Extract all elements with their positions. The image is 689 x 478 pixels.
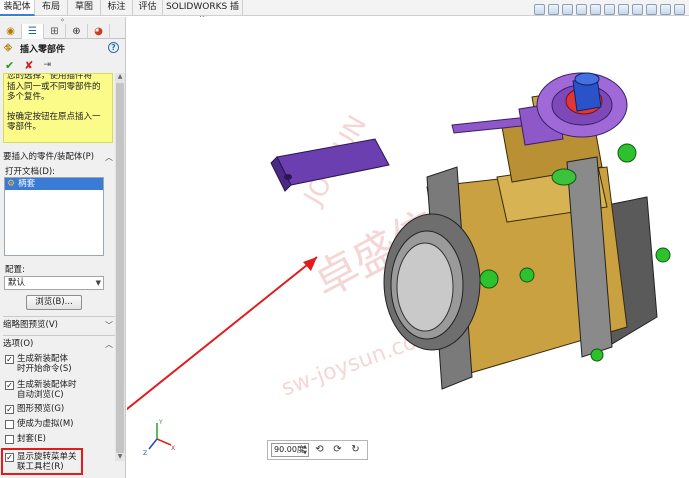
dynamic-annotation-icon[interactable] [590, 3, 601, 15]
chevron-up-icon[interactable]: ︿ [105, 151, 113, 164]
option-start-command-checkbox[interactable]: ✓ 生成新装配体 时开始命令(S) [5, 354, 72, 374]
thumb-preview-header[interactable]: 缩略图预览(V) ﹀ [3, 319, 115, 332]
tab-assembly[interactable]: 装配体 [0, 0, 35, 16]
graphics-area[interactable]: 卓盛信息 sw-joysun.com JOYSUN [127, 17, 689, 478]
option-label: 生成新装配体 时开始命令(S) [17, 354, 72, 374]
panel-grip[interactable]: ⋄ [0, 17, 125, 24]
rotate-y-icon[interactable]: ⟳ [330, 443, 345, 458]
checkbox-box[interactable]: ✓ [5, 381, 14, 390]
rotate-angle-input[interactable]: 90.00度 ▲ ▼ [271, 443, 309, 457]
chevron-up-icon[interactable]: ︿ [105, 338, 113, 351]
tab-layout[interactable]: 布局 [35, 0, 68, 16]
display-manager-tab-icon[interactable]: ◕ [88, 24, 110, 39]
list-item-label: 柄套 [18, 179, 36, 189]
pm-title: 插入零部件 [20, 44, 66, 55]
panel-scrollbar[interactable]: ▲ ▼ [115, 73, 125, 461]
insert-component-icon: ⛗ [4, 42, 12, 54]
annotation-arrow [127, 256, 318, 411]
open-docs-label: 打开文档(D): [5, 167, 56, 177]
browse-button[interactable]: 浏览(B)... [26, 295, 82, 310]
rotate-context-toolbar: 90.00度 ▲ ▼ ⟲ ⟳ ↻ [267, 440, 368, 460]
list-item[interactable]: ⚙ 柄套 [5, 178, 103, 190]
view-orientation-icon[interactable] [604, 3, 615, 15]
model-canvas: 卓盛信息 sw-joysun.com JOYSUN [127, 72, 671, 457]
spinner-icon[interactable]: ▲ ▼ [303, 444, 307, 456]
rotate-angle-value: 90.00度 [274, 445, 305, 454]
hide-show-icon[interactable] [632, 3, 643, 15]
config-value: 默认 [8, 278, 26, 288]
tab-markup[interactable]: 标注 [101, 0, 133, 16]
message-line: 您的选择，使用插件将 [7, 73, 93, 81]
tab-sketch[interactable]: 草图 [68, 0, 101, 16]
highlight-box [1, 448, 83, 475]
option-make-virtual-checkbox[interactable]: 使成为虚拟(M) [5, 419, 73, 429]
scene-icon[interactable] [660, 3, 671, 15]
option-auto-browse-checkbox[interactable]: ✓ 生成新装配体时 自动浏览(C) [5, 380, 77, 400]
manager-tabs: ◉ ☰ ⊞ ⊕ ◕ [0, 24, 125, 39]
message-line: 插入同一或不同零部件的 [7, 81, 101, 92]
option-label: 生成新装配体时 自动浏览(C) [17, 380, 77, 400]
option-label: 图形预览(G) [17, 404, 65, 414]
scroll-down-icon[interactable]: ▼ [116, 453, 124, 461]
divider [3, 335, 115, 336]
message-box: 您的选择，使用插件将 插入同一或不同零部件的 多个复件。 按确定按钮在原点插入一… [3, 73, 113, 143]
zoom-fit-icon[interactable] [534, 3, 545, 15]
command-tabs: 装配体 布局 草图 标注 评估 SOLIDWORKS 插件 [0, 0, 689, 27]
section-view-icon[interactable] [576, 3, 587, 15]
config-select[interactable]: 默认 ▼ [4, 276, 104, 290]
rotate-z-icon[interactable]: ↻ [348, 443, 363, 458]
pm-header: ⛗ 插入零部件 ? [0, 39, 125, 57]
options-header[interactable]: 选项(O) ︿ [3, 338, 115, 351]
tab-solidworks-addins[interactable]: SOLIDWORKS 插件 [163, 0, 243, 27]
option-graphics-preview-checkbox[interactable]: ✓ 图形预览(G) [5, 404, 64, 414]
option-envelope-checkbox[interactable]: 封套(E) [5, 434, 46, 444]
checkbox-box[interactable]: ✓ [5, 405, 14, 414]
message-line: 按确定按钮在原点插入一 [7, 111, 101, 122]
option-label: 使成为虚拟(M) [17, 419, 74, 429]
scroll-thumb[interactable] [116, 83, 124, 453]
tab-evaluate[interactable]: 评估 [133, 0, 163, 16]
part-icon: ⚙ [7, 179, 16, 189]
view-toolbar [534, 2, 685, 16]
coordinate-triad: Y X Z [143, 419, 175, 457]
rotate-x-icon[interactable]: ⟲ [312, 443, 327, 458]
property-manager-tab-icon[interactable]: ☰ [22, 24, 44, 39]
cancel-x-icon[interactable]: ✘ [24, 59, 33, 72]
section-part-label: 要插入的零件/装配体(P) [3, 152, 95, 162]
feature-manager-tab-icon[interactable]: ◉ [0, 24, 22, 39]
confirm-row: ✔ ✘ ⇥ [0, 57, 125, 73]
triad-z-label: Z [143, 450, 147, 457]
dimxpert-tab-icon[interactable]: ⊕ [66, 24, 88, 39]
chevron-down-icon[interactable]: ﹀ [105, 319, 113, 332]
configuration-manager-tab-icon[interactable]: ⊞ [44, 24, 66, 39]
open-documents-list[interactable]: ⚙ 柄套 [4, 177, 104, 256]
help-icon[interactable]: ? [108, 42, 119, 53]
message-line: 多个复件。 [7, 92, 50, 102]
appearance-icon[interactable] [646, 3, 657, 15]
option-label: 封套(E) [17, 434, 47, 444]
message-line: 零部件。 [7, 122, 42, 132]
options-label: 选项(O) [3, 339, 34, 349]
divider [3, 316, 115, 317]
checkbox-box[interactable]: ✓ [5, 355, 14, 364]
zoom-area-icon[interactable] [548, 3, 559, 15]
triad-y-label: Y [158, 419, 163, 426]
checkbox-box[interactable] [5, 420, 14, 429]
previous-view-icon[interactable] [562, 3, 573, 15]
ok-check-icon[interactable]: ✔ [5, 59, 14, 72]
chevron-down-icon[interactable]: ▼ [96, 277, 101, 289]
solidworks-window: 装配体 布局 草图 标注 评估 SOLIDWORKS 插件 ⋄ ◉ ☰ ⊞ ⊕ … [0, 0, 689, 478]
valve-assembly[interactable] [383, 72, 671, 390]
triad-x-label: X [171, 445, 175, 452]
scroll-up-icon[interactable]: ▲ [116, 73, 124, 81]
thumb-preview-label: 缩略图预览(V) [3, 320, 58, 330]
display-style-icon[interactable] [618, 3, 629, 15]
config-label: 配置: [5, 265, 25, 275]
checkbox-box[interactable] [5, 435, 14, 444]
view-settings-icon[interactable] [674, 3, 685, 15]
pin-icon[interactable]: ⇥ [43, 60, 51, 70]
section-part-header[interactable]: 要插入的零件/装配体(P) ︿ [3, 151, 115, 164]
